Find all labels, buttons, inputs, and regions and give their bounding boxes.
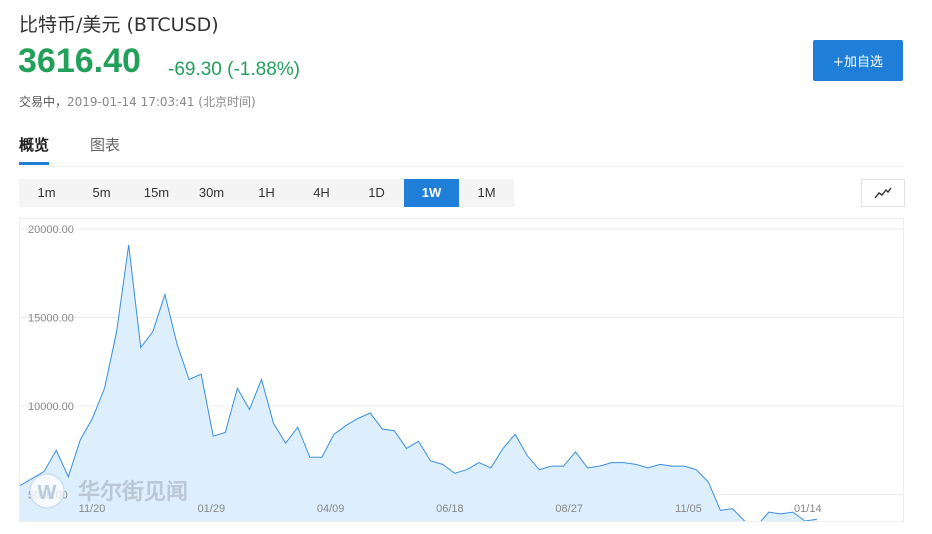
time-range-selector: 1m 5m 15m 30m 1H 4H 1D 1W 1M [19,179,514,207]
tab-chart[interactable]: 图表 [90,134,120,155]
x-tick-label: 11/05 [675,503,702,515]
y-tick-label: 20000.00 [28,224,74,236]
watermark-text: 华尔街见闻 [78,479,188,504]
range-1h[interactable]: 1H [239,179,294,207]
range-1w[interactable]: 1W [404,179,459,207]
range-30m[interactable]: 30m [184,179,239,207]
range-1m[interactable]: 1m [19,179,74,207]
range-1mo[interactable]: 1M [459,179,514,207]
add-to-watchlist-button[interactable]: +加自选 [813,40,903,81]
y-tick-label: 15000.00 [28,312,74,324]
price-change: -69.30 (-1.88%) [168,59,301,80]
status-label: 交易中， [19,95,68,109]
range-5m[interactable]: 5m [74,179,129,207]
x-tick-label: 01/29 [198,503,226,515]
price-chart-svg: 20000.0015000.0010000.005000.00 11/2001/… [19,224,903,527]
svg-text:W: W [38,482,57,504]
y-tick-label: 10000.00 [28,401,74,413]
x-tick-label: 06/18 [436,503,464,515]
x-tick-label: 08/27 [555,503,583,515]
status-time: 2019-01-14 17:03:41 (北京时间) [67,95,256,109]
trading-status: 交易中，2019-01-14 17:03:41 (北京时间) [19,93,256,110]
x-tick-label: 01/14 [794,503,822,515]
range-1d[interactable]: 1D [349,179,404,207]
x-tick-label: 04/09 [317,503,345,515]
price-chart[interactable]: 20000.0015000.0010000.005000.00 11/2001/… [19,218,904,527]
chart-type-button[interactable] [861,179,905,207]
tab-overview[interactable]: 概览 [19,134,50,165]
range-15m[interactable]: 15m [129,179,184,207]
instrument-title: 比特币/美元 (BTCUSD) [19,14,219,36]
range-4h[interactable]: 4H [294,179,349,207]
last-price: 3616.40 [18,42,141,80]
line-chart-icon [874,187,892,199]
watermark: W 华尔街见闻 [29,473,188,509]
tab-bar: 概览 图表 [19,130,904,167]
x-tick-label: 11/20 [79,503,106,515]
